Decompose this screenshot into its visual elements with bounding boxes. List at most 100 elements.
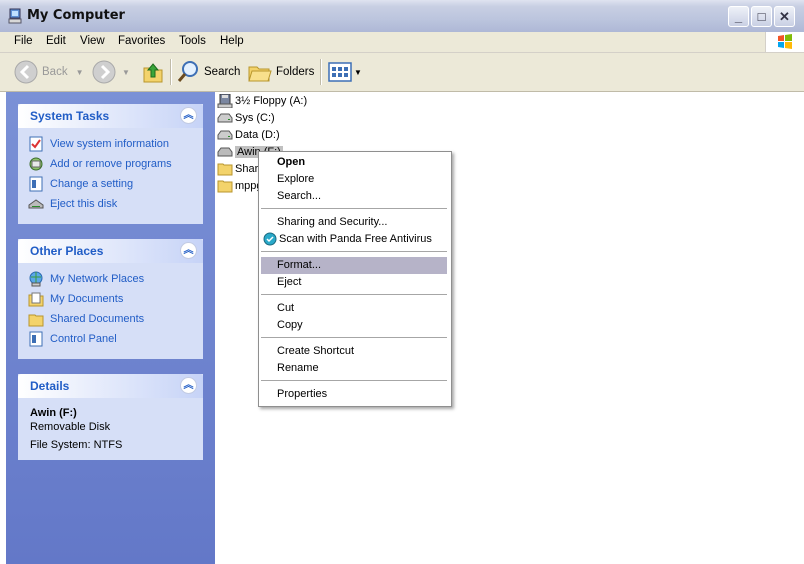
eject-disk-link[interactable]: Eject this disk	[28, 195, 117, 213]
control-panel-link[interactable]: Control Panel	[28, 330, 117, 348]
my-documents-link[interactable]: My Documents	[28, 290, 123, 308]
list-item[interactable]: Data (D:)	[217, 126, 280, 143]
menu-create-shortcut[interactable]: Create Shortcut	[261, 343, 447, 360]
my-documents-icon	[28, 292, 44, 307]
menu-open[interactable]: Open	[261, 154, 447, 171]
system-tasks-header[interactable]: System Tasks ︽	[18, 104, 203, 128]
computer-icon	[8, 8, 22, 24]
panda-antivirus-icon	[263, 232, 277, 246]
details-header[interactable]: Details ︽	[18, 374, 203, 398]
back-dropdown-icon[interactable]: ▼	[76, 68, 84, 77]
file-name: Data (D:)	[235, 128, 280, 141]
shared-documents-link[interactable]: Shared Documents	[28, 310, 144, 328]
floppy-drive-icon	[217, 93, 233, 108]
windows-logo	[765, 32, 804, 52]
eject-disk-icon	[28, 199, 44, 209]
menu-tools[interactable]: Tools	[179, 35, 206, 47]
my-network-places-link[interactable]: My Network Places	[28, 270, 144, 288]
shared-folder-icon	[28, 314, 44, 327]
removable-drive-icon	[217, 147, 233, 156]
menu-sharing-security[interactable]: Sharing and Security...	[261, 214, 447, 231]
add-remove-programs-icon	[29, 157, 43, 171]
menu-scan-antivirus[interactable]: Scan with Panda Free Antivirus	[261, 231, 447, 248]
menu-help[interactable]: Help	[220, 35, 244, 47]
menu-properties[interactable]: Properties	[261, 386, 447, 403]
menu-file[interactable]: File	[14, 35, 33, 47]
system-tasks-title: System Tasks	[30, 109, 110, 123]
add-remove-programs-link[interactable]: Add or remove programs	[28, 155, 172, 173]
search-button[interactable]: Search	[176, 53, 240, 91]
title-bar[interactable]: My Computer _ □ ✕	[0, 0, 804, 32]
search-icon	[177, 61, 198, 82]
collapse-chevron-icon[interactable]: ︽	[180, 377, 197, 394]
menu-eject[interactable]: Eject	[261, 274, 447, 291]
file-name: 3½ Floppy (A:)	[235, 94, 308, 107]
menu-rename[interactable]: Rename	[261, 360, 447, 377]
maximize-button[interactable]: □	[751, 6, 772, 27]
menu-edit[interactable]: Edit	[46, 35, 66, 47]
window-title: My Computer	[27, 8, 125, 23]
maximize-icon: □	[757, 9, 766, 24]
toolbar: Back ▼ ▼ Search Folders ▼	[0, 53, 804, 92]
task-pane: System Tasks ︽ View system information A…	[6, 92, 215, 564]
system-info-icon	[29, 136, 43, 152]
menu-format[interactable]: Format...	[261, 257, 447, 274]
collapse-chevron-icon[interactable]: ︽	[180, 242, 197, 259]
menu-separator	[261, 380, 447, 381]
menu-cut[interactable]: Cut	[261, 300, 447, 317]
folders-icon	[248, 66, 272, 82]
change-setting-link[interactable]: Change a setting	[28, 175, 133, 193]
windows-flag-icon	[778, 34, 792, 49]
eject-disk-label: Eject this disk	[50, 198, 118, 210]
menu-copy[interactable]: Copy	[261, 317, 447, 334]
details-filesystem: File System: NTFS	[30, 439, 123, 451]
minimize-icon: _	[734, 9, 743, 24]
menu-view[interactable]: View	[80, 35, 105, 47]
menu-explore[interactable]: Explore	[261, 171, 447, 188]
views-icon	[328, 62, 352, 82]
view-system-info-link[interactable]: View system information	[28, 135, 169, 153]
list-item[interactable]: Sys (C:)	[217, 109, 275, 126]
other-places-header[interactable]: Other Places ︽	[18, 239, 203, 263]
views-button[interactable]: ▼	[328, 53, 362, 91]
menu-separator	[261, 294, 447, 295]
close-icon: ✕	[779, 9, 790, 24]
folders-label: Folders	[276, 66, 315, 78]
other-places-title: Other Places	[30, 244, 104, 258]
menu-favorites[interactable]: Favorites	[118, 35, 165, 47]
collapse-chevron-icon[interactable]: ︽	[180, 107, 197, 124]
menu-bar: File Edit View Favorites Tools Help	[0, 32, 804, 53]
details-title: Details	[30, 379, 70, 393]
toolbar-separator	[320, 59, 322, 85]
folder-icon	[217, 163, 233, 175]
scan-label: Scan with Panda Free Antivirus	[279, 233, 432, 245]
network-places-icon	[29, 271, 43, 287]
my-documents-label: My Documents	[50, 293, 124, 305]
change-setting-label: Change a setting	[50, 178, 134, 190]
menu-search[interactable]: Search...	[261, 188, 447, 205]
up-folder-button[interactable]	[142, 53, 164, 91]
control-panel-label: Control Panel	[50, 333, 117, 345]
menu-separator	[261, 251, 447, 252]
back-label: Back	[42, 66, 68, 78]
context-menu: Open Explore Search... Sharing and Secur…	[258, 151, 452, 407]
add-remove-programs-label: Add or remove programs	[50, 158, 172, 170]
system-tasks-panel: System Tasks ︽ View system information A…	[18, 104, 203, 224]
forward-button[interactable]: ▼	[92, 53, 130, 91]
shared-documents-label: Shared Documents	[50, 313, 145, 325]
views-dropdown-icon[interactable]: ▼	[354, 68, 362, 77]
list-item[interactable]: 3½ Floppy (A:)	[217, 92, 307, 109]
forward-dropdown-icon[interactable]: ▼	[122, 68, 130, 77]
minimize-button[interactable]: _	[728, 6, 749, 27]
close-button[interactable]: ✕	[774, 6, 795, 27]
menu-separator	[261, 337, 447, 338]
details-panel: Details ︽ Awin (F:) Removable Disk File …	[18, 374, 203, 460]
list-item[interactable]: mppg	[217, 177, 263, 194]
back-button[interactable]: Back ▼	[14, 53, 84, 91]
hard-drive-icon	[217, 113, 233, 122]
search-label: Search	[204, 66, 241, 78]
up-folder-icon	[143, 63, 163, 83]
details-type: Removable Disk	[30, 421, 111, 433]
folders-button[interactable]: Folders	[248, 53, 314, 91]
menu-separator	[261, 208, 447, 209]
